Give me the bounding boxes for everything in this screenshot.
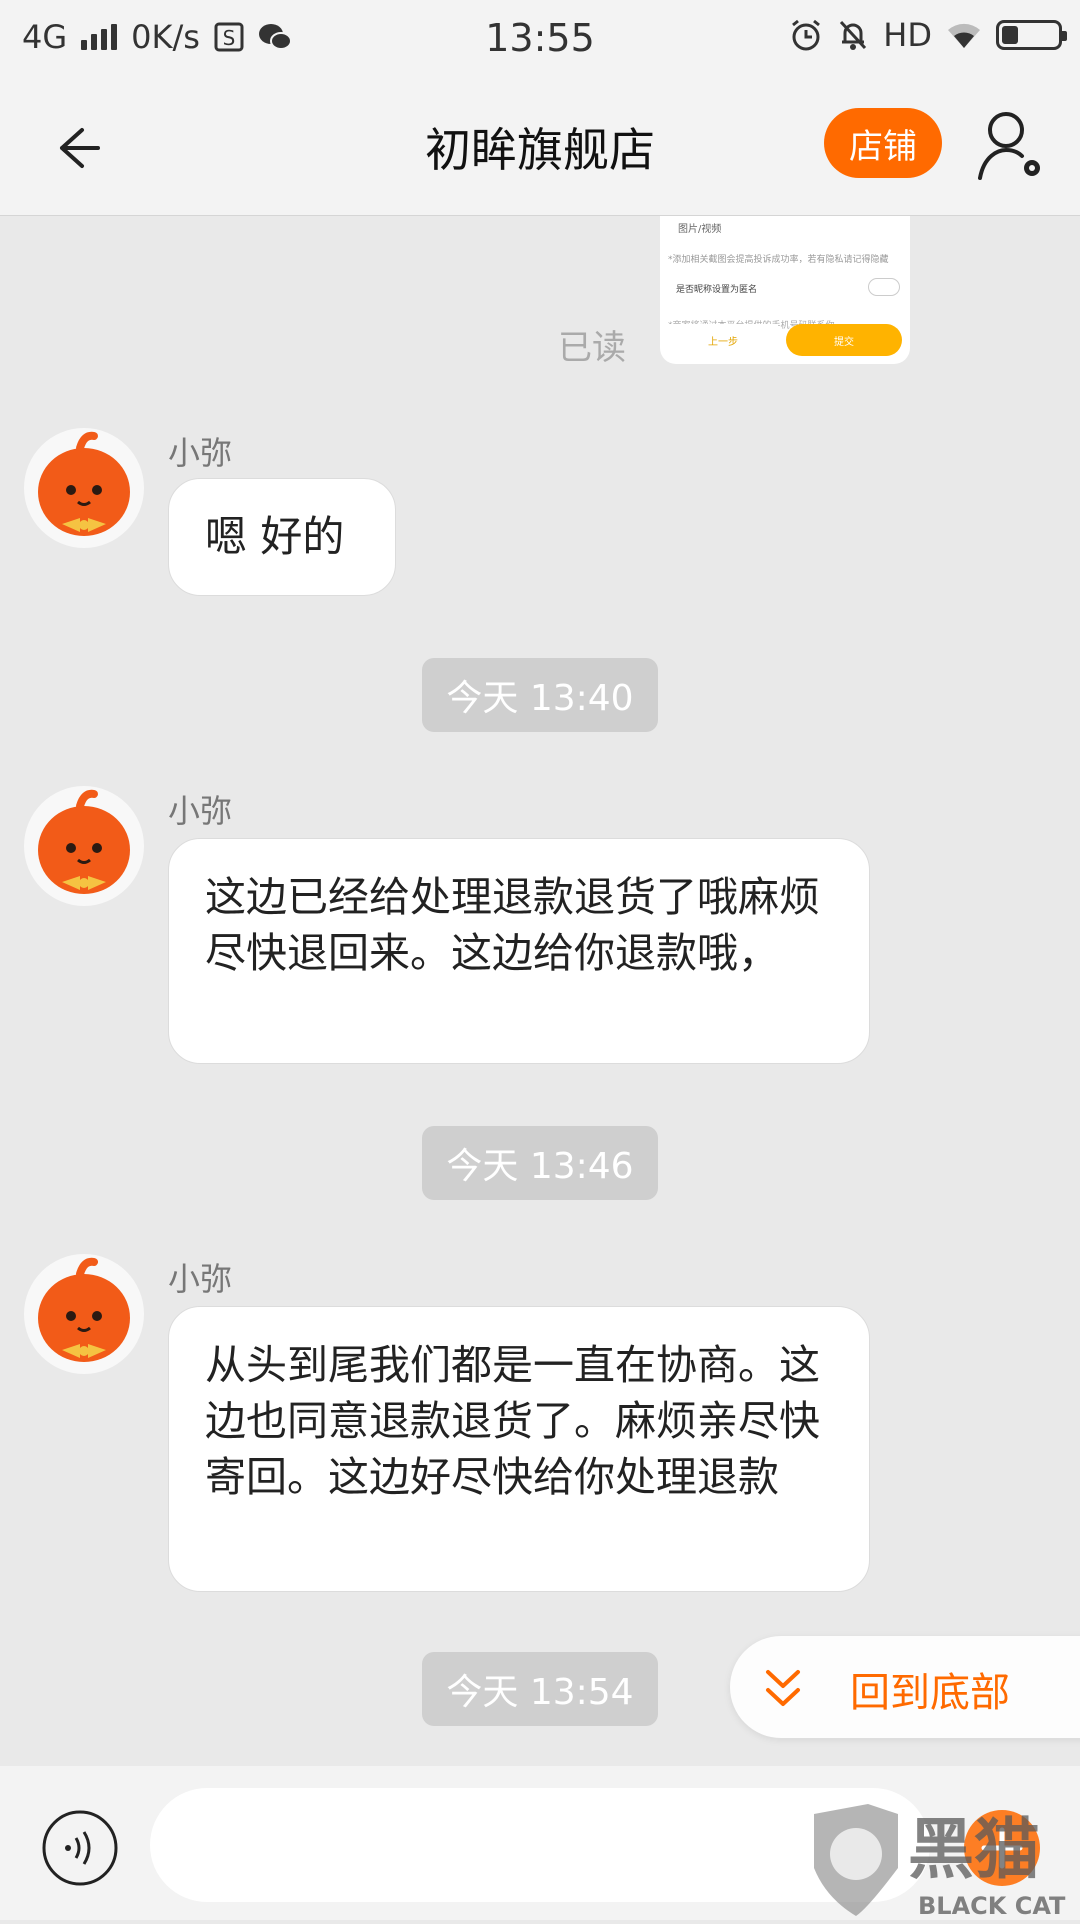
user-settings-icon[interactable] — [976, 108, 1046, 184]
anonymous-toggle — [868, 278, 900, 296]
pumpkin-mascot-icon — [38, 431, 130, 536]
sender-name: 小弥 — [168, 1260, 233, 1298]
black-cat-logo-icon: 黑猫 BLACK CAT — [814, 1804, 1066, 1920]
back-to-bottom-button[interactable]: 回到底部 — [730, 1636, 1080, 1738]
hd-label: HD — [883, 16, 932, 54]
preview-row3: 是否昵称设置为匿名 — [676, 285, 758, 295]
preview-image[interactable]: 图片/视频 *添加相关截图会提高投诉成功率，若有隐私请记得隐藏 是否昵称设置为匿… — [660, 216, 910, 364]
nav-bar: 初眸旗舰店 店铺 — [0, 76, 1080, 216]
pumpkin-mascot-icon — [38, 1257, 130, 1362]
avatar[interactable] — [24, 786, 144, 906]
double-chevron-down-icon — [766, 1670, 800, 1706]
timestamp-pill: 今天 13:46 — [422, 1126, 658, 1200]
read-status: 已读 — [558, 328, 626, 368]
status-bar: 4G 0K/s S 13:55 HD — [0, 0, 1080, 76]
sender-name: 小弥 — [168, 792, 233, 830]
black-cat-watermark: 黑猫 BLACK CAT — [808, 1798, 1080, 1920]
avatar[interactable] — [24, 428, 144, 548]
alarm-icon — [792, 19, 821, 51]
preview-submit-button: 提交 — [786, 324, 902, 356]
preview-prev-button: 上一步 — [668, 324, 778, 356]
wifi-icon — [948, 23, 980, 48]
message-bubble[interactable]: 嗯 好的 — [168, 478, 396, 596]
timestamp-pill: 今天 13:40 — [422, 658, 658, 732]
message-bubble[interactable]: 这边已经给处理退款退货了哦麻烦尽快退回来。这边给你退款哦， — [168, 838, 870, 1064]
voice-input-icon[interactable] — [40, 1808, 120, 1888]
avatar[interactable] — [24, 1254, 144, 1374]
status-right: HD — [789, 16, 1067, 54]
message-bubble[interactable]: 从头到尾我们都是一直在协商。这边也同意退款退货了。麻烦亲尽快寄回。这边好尽快给你… — [168, 1306, 870, 1592]
bell-off-icon — [840, 20, 867, 50]
chat-area[interactable]: 图片/视频 *添加相关截图会提高投诉成功率，若有隐私请记得隐藏 是否昵称设置为匿… — [0, 216, 1080, 1766]
battery-icon — [996, 20, 1067, 50]
sender-name: 小弥 — [168, 434, 233, 472]
watermark-text-cn: 黑猫 — [908, 1811, 1040, 1888]
preview-row1: 图片/视频 — [678, 224, 722, 235]
shop-button[interactable]: 店铺 — [824, 108, 942, 178]
timestamp-pill: 今天 13:54 — [422, 1652, 658, 1726]
back-to-bottom-label: 回到底部 — [850, 1670, 1010, 1716]
watermark-text-en: BLACK CAT — [918, 1892, 1066, 1920]
pumpkin-mascot-icon — [38, 789, 130, 894]
preview-row2: *添加相关截图会提高投诉成功率，若有隐私请记得隐藏 — [668, 255, 889, 265]
